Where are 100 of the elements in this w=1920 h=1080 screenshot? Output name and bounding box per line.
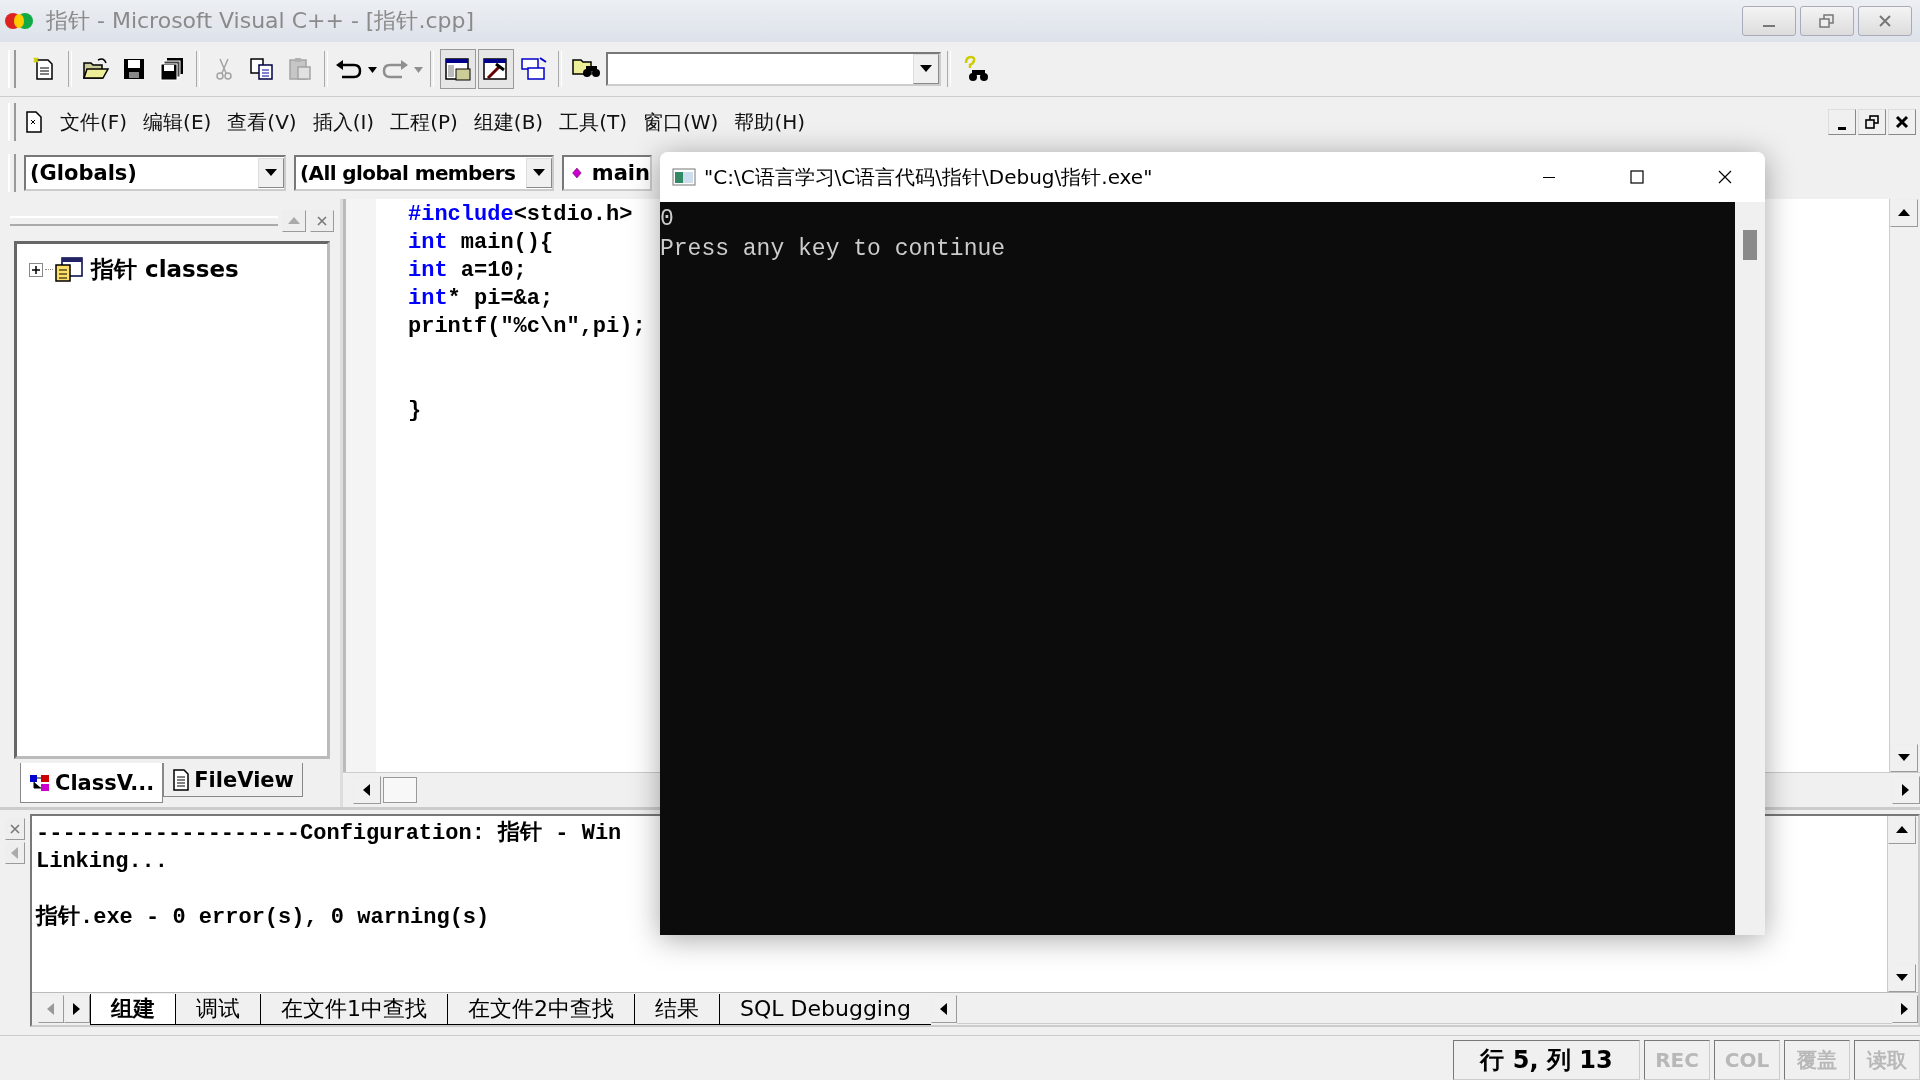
- dropdown-button[interactable]: [526, 158, 552, 188]
- next-tab-button[interactable]: [64, 995, 90, 1023]
- status-indicator: REC: [1644, 1040, 1710, 1080]
- panel-grip[interactable]: [10, 216, 278, 226]
- tree-item[interactable]: 指针 classes: [91, 254, 239, 285]
- output-tab[interactable]: 在文件1中查找: [260, 993, 447, 1025]
- menu-item[interactable]: 窗口(W): [635, 108, 727, 136]
- left-arrow-icon: [939, 1003, 948, 1015]
- console-line: 0: [660, 205, 675, 234]
- caret-icon: [920, 65, 932, 73]
- output-tab[interactable]: 结果: [634, 993, 719, 1025]
- maximize-icon: [1629, 169, 1645, 185]
- menu-item[interactable]: 文件(F): [52, 108, 136, 136]
- minimize-icon: [1543, 176, 1555, 178]
- window-panes-icon: [444, 56, 472, 82]
- close-icon: [1895, 115, 1909, 129]
- menu-item[interactable]: 工程(P): [382, 108, 466, 136]
- code-line: }: [408, 398, 422, 423]
- console-title: "C:\C语言学习\C语言代码\指针\Debug\指针.exe": [704, 163, 1154, 191]
- menu-item[interactable]: 编辑(E): [135, 108, 220, 136]
- code-line: int* pi=&a;: [408, 286, 554, 311]
- down-arrow-icon: [1896, 974, 1908, 982]
- caret-icon: [533, 169, 545, 177]
- right-arrow-icon: [73, 1003, 81, 1015]
- restore-icon: [1819, 14, 1835, 28]
- document-icon: [172, 768, 191, 791]
- left-arrow-icon: [363, 784, 371, 796]
- menu-item[interactable]: 插入(I): [304, 108, 383, 136]
- menu-item[interactable]: 组建(B): [465, 108, 552, 136]
- workspace-button[interactable]: [440, 49, 476, 89]
- redo-icon: [380, 57, 424, 81]
- app-logo-icon: [4, 10, 34, 32]
- toolbar-combo-field[interactable]: [606, 52, 941, 86]
- code-line: printf("%c\n",pi);: [408, 314, 646, 339]
- scroll-up-button[interactable]: [1888, 816, 1916, 844]
- menu-item[interactable]: 帮助(H): [726, 108, 814, 136]
- code-line: int main(){: [408, 230, 554, 255]
- close-icon: [1878, 14, 1892, 28]
- output-line: 指针.exe - 0 error(s), 0 warning(s): [36, 905, 490, 930]
- class-tree-icon: [29, 772, 51, 793]
- copy-icon: [249, 57, 275, 81]
- save-all-icon: [159, 56, 185, 82]
- output-button[interactable]: [478, 49, 514, 89]
- minimize-icon: [1838, 126, 1846, 130]
- clipboard-icon: [287, 56, 313, 82]
- document-icon: [24, 110, 44, 134]
- output-tab[interactable]: SQL Debugging: [719, 993, 931, 1025]
- scroll-down-button[interactable]: [1890, 744, 1918, 772]
- output-tab[interactable]: 组建: [90, 993, 175, 1025]
- scroll-thumb[interactable]: [1743, 230, 1757, 260]
- close-icon: [10, 824, 20, 834]
- dropdown-button[interactable]: [258, 158, 284, 188]
- folder-icon: [82, 57, 110, 81]
- scroll-up-button[interactable]: [1890, 199, 1918, 227]
- save-icon: [122, 57, 146, 81]
- scroll-down-button[interactable]: [1888, 964, 1916, 992]
- toolbar-grip[interactable]: [8, 50, 16, 88]
- code-line: #include<stdio.h>: [408, 202, 633, 227]
- down-arrow-icon: [1898, 754, 1910, 762]
- caret-icon: [265, 169, 277, 177]
- hammer-window-icon: [482, 56, 510, 82]
- scroll-thumb[interactable]: [383, 777, 417, 803]
- right-arrow-icon: [1901, 1003, 1909, 1015]
- left-arrow-icon: [47, 1003, 55, 1015]
- output-line: --------------------Configuration: 指针 - Win: [36, 821, 622, 846]
- menu-item[interactable]: 查看(V): [219, 108, 305, 136]
- close-icon: [1717, 169, 1733, 185]
- panel-tab[interactable]: FileView: [163, 763, 303, 797]
- expander-icon[interactable]: [29, 262, 43, 277]
- scroll-right-button[interactable]: [1892, 776, 1920, 804]
- status-indicator: COL: [1714, 1040, 1780, 1080]
- up-arrow-icon: [1896, 826, 1908, 834]
- panel-tab[interactable]: ClassV...: [20, 763, 164, 803]
- scroll-left-button[interactable]: [930, 995, 957, 1023]
- left-arrow-icon: [11, 847, 19, 859]
- filter-dropdown[interactable]: (All global members: [294, 155, 554, 191]
- output-line: Linking...: [36, 849, 169, 874]
- minimize-button[interactable]: [1828, 109, 1856, 135]
- window-title: 指针 - Microsoft Visual C++ - [指针.cpp]: [46, 7, 475, 35]
- status-indicator: 覆盖: [1784, 1040, 1850, 1080]
- right-arrow-icon: [1902, 784, 1910, 796]
- output-tab[interactable]: 调试: [175, 993, 260, 1025]
- restore-button[interactable]: [1858, 109, 1886, 135]
- up-arrow-icon: [1898, 209, 1910, 217]
- close-button[interactable]: [1888, 109, 1916, 135]
- dropdown-button[interactable]: [913, 54, 939, 84]
- menu-item[interactable]: 工具(T): [551, 108, 635, 136]
- scroll-right-button[interactable]: [1892, 995, 1918, 1023]
- class-dropdown[interactable]: (Globals): [24, 155, 286, 191]
- code-line: int a=10;: [408, 258, 527, 283]
- close-icon: [317, 216, 327, 226]
- console-line: Press any key to continue: [660, 235, 1007, 264]
- windows-icon: [520, 56, 548, 82]
- status-indicator: 读取: [1854, 1040, 1920, 1080]
- restore-icon: [1865, 115, 1879, 129]
- scroll-left-button[interactable]: [353, 776, 381, 804]
- toolbar-grip[interactable]: [8, 103, 16, 141]
- output-tab[interactable]: 在文件2中查找: [447, 993, 634, 1025]
- member-dropdown[interactable]: main: [562, 155, 652, 191]
- toolbar-grip[interactable]: [8, 154, 16, 192]
